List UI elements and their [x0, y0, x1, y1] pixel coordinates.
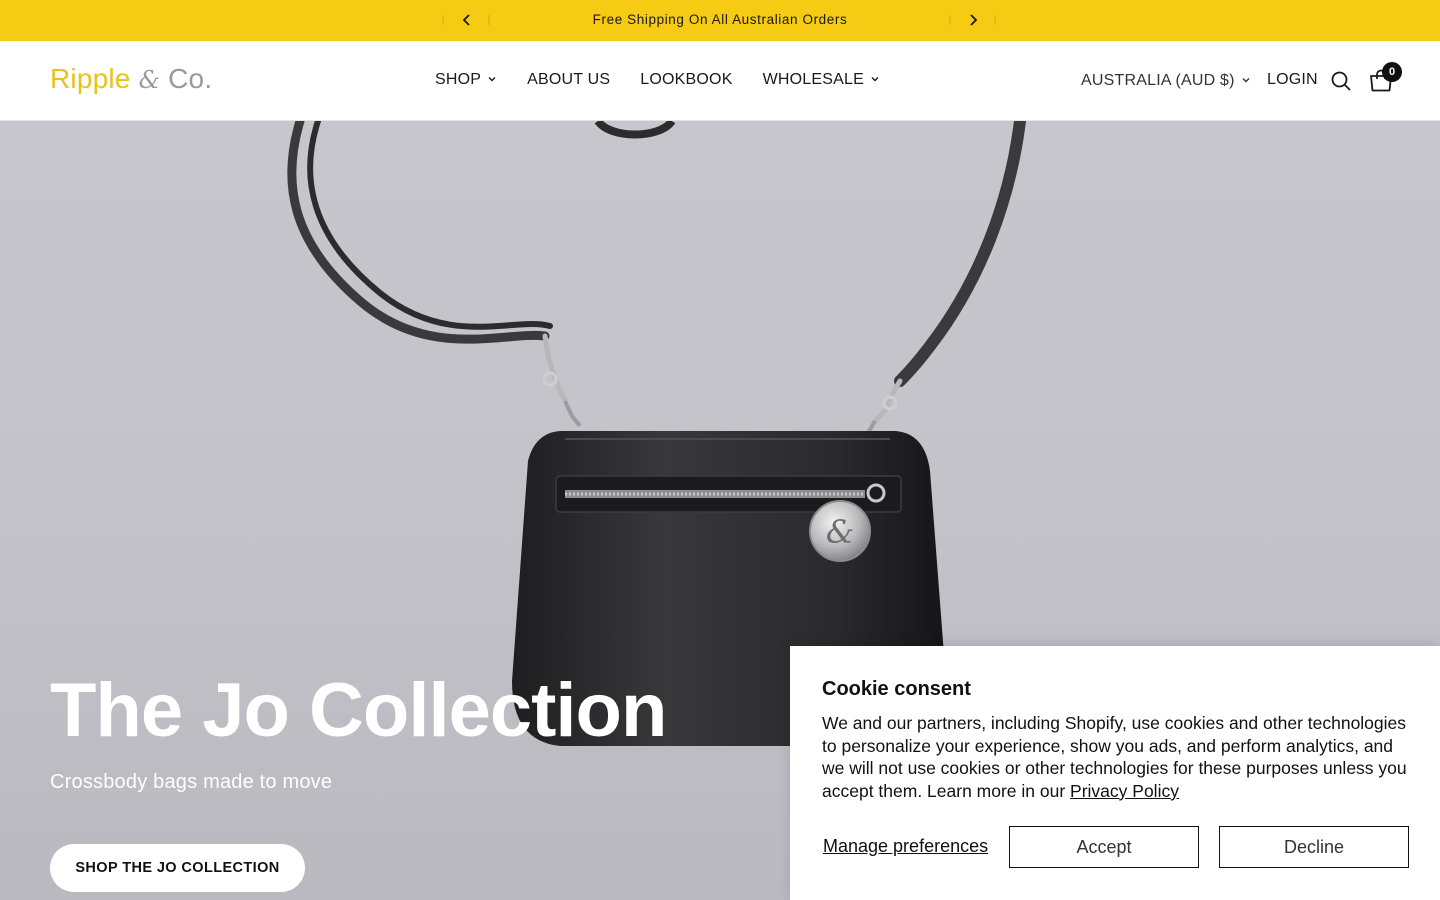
- accept-button[interactable]: Accept: [1009, 826, 1199, 868]
- logo-suffix: Co.: [168, 63, 213, 94]
- privacy-policy-link[interactable]: Privacy Policy: [1070, 781, 1179, 801]
- nav-item-about-us[interactable]: ABOUT US: [527, 71, 610, 89]
- announcement-divider: [949, 15, 951, 25]
- hero-subtitle: Crossbody bags made to move: [50, 771, 333, 793]
- search-icon: [1331, 71, 1351, 91]
- currency-label: AUSTRALIA (AUD $): [1081, 72, 1235, 89]
- nav-item-label: WHOLESALE: [762, 71, 864, 88]
- svg-text:&: &: [826, 513, 854, 551]
- chevron-right-icon: [970, 14, 978, 26]
- nav-item-label: LOOKBOOK: [640, 71, 733, 88]
- nav-item-shop[interactable]: SHOP: [435, 71, 497, 89]
- logo-main-text: Ripple: [50, 63, 131, 94]
- manage-preferences-link[interactable]: Manage preferences: [823, 836, 988, 857]
- chevron-down-icon: [1241, 72, 1251, 90]
- currency-selector[interactable]: AUSTRALIA (AUD $): [1081, 72, 1251, 90]
- cookie-title: Cookie consent: [822, 678, 971, 700]
- cookie-body: We and our partners, including Shopify, …: [822, 712, 1414, 802]
- logo-ampersand: &: [138, 66, 161, 94]
- site-logo[interactable]: Ripple & Co.: [50, 63, 212, 95]
- announcement-next-button[interactable]: [965, 12, 981, 28]
- cart-count-badge: 0: [1382, 62, 1402, 82]
- search-button[interactable]: [1330, 70, 1352, 92]
- hero-title: The Jo Collection: [50, 668, 667, 753]
- decline-button[interactable]: Decline: [1219, 826, 1409, 868]
- chevron-down-icon: [487, 71, 497, 89]
- announcement-message: Free Shipping On All Australian Orders: [592, 12, 848, 27]
- nav-item-label: ABOUT US: [527, 71, 611, 88]
- announcement-divider: [994, 15, 996, 25]
- login-link[interactable]: LOGIN: [1267, 71, 1318, 89]
- shop-collection-button[interactable]: SHOP THE JO COLLECTION: [50, 844, 305, 892]
- announcement-bar: Free Shipping On All Australian Orders: [0, 0, 1440, 41]
- chevron-down-icon: [870, 71, 880, 89]
- nav-item-wholesale[interactable]: WHOLESALE: [763, 71, 880, 89]
- main-nav: SHOP ABOUT US LOOKBOOK WHOLESALE: [435, 71, 910, 89]
- cookie-consent-banner: Cookie consent We and our partners, incl…: [790, 646, 1440, 900]
- nav-item-lookbook[interactable]: LOOKBOOK: [640, 71, 732, 89]
- nav-item-label: SHOP: [435, 71, 482, 88]
